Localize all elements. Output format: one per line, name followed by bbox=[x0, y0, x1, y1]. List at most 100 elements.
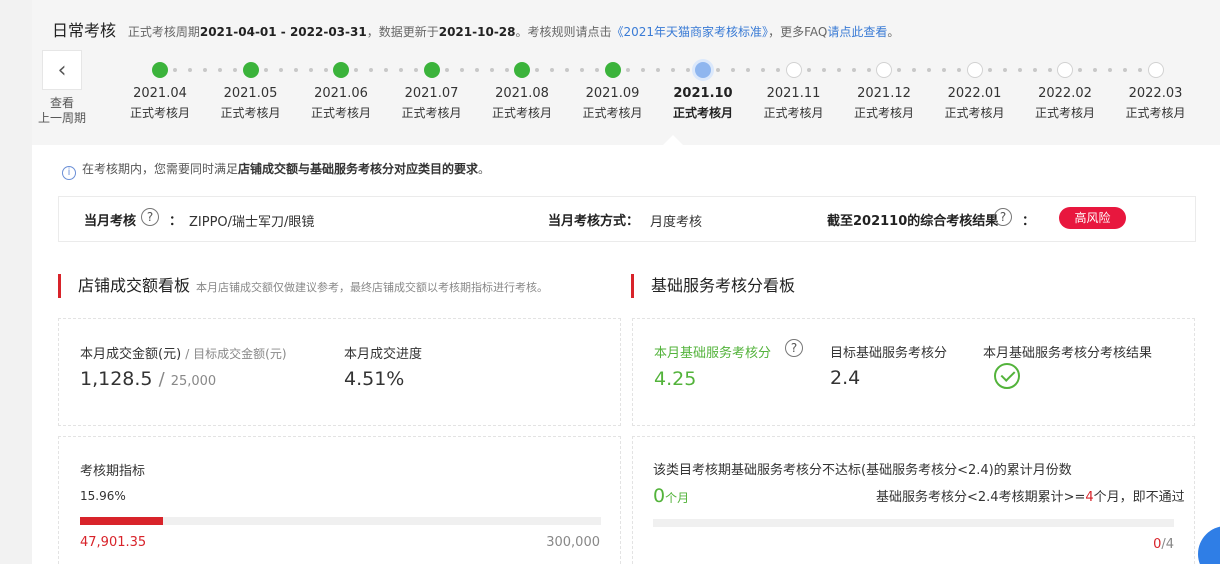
timeline-dot bbox=[233, 68, 238, 72]
timeline-dot bbox=[851, 68, 856, 72]
timeline-dot bbox=[550, 68, 555, 72]
result-colon: ： bbox=[1022, 214, 1036, 229]
timeline-dot bbox=[836, 68, 841, 72]
month-status-dot bbox=[242, 62, 259, 78]
service-score-value: 4.25 bbox=[654, 368, 697, 390]
timeline-dot bbox=[384, 68, 389, 72]
month-status-dot bbox=[514, 62, 530, 78]
service-title: 基础服务考核分看板 bbox=[651, 276, 796, 295]
rule-link[interactable]: 《2021年天猫商家考核标准》 bbox=[612, 25, 769, 39]
month-gmv-label: 本月成交金额(元) / 目标成交金额(元) bbox=[80, 343, 287, 362]
gmv-period-card: 考核期指标 15.96% 47,901.35 300,000 bbox=[58, 436, 621, 564]
service-score-card: 本月基础服务考核分 ? 4.25 目标基础服务考核分 2.4 本月基础服务考核分… bbox=[632, 318, 1195, 426]
timeline-dot bbox=[866, 68, 871, 72]
timeline-dot bbox=[1017, 68, 1022, 72]
timeline-dot bbox=[308, 68, 313, 72]
timeline-dot bbox=[942, 68, 947, 72]
month-status-dot bbox=[333, 62, 349, 78]
timeline-panel: 日常考核 正式考核周期2021-04-01 - 2022-03-31，数据更新于… bbox=[32, 0, 1220, 145]
timeline-dot bbox=[731, 68, 736, 72]
faq-link[interactable]: 请点此查看 bbox=[827, 25, 887, 39]
gmv-title: 店铺成交额看板 bbox=[78, 276, 191, 295]
month-gmv-amount: 1,128.5 bbox=[80, 368, 153, 390]
timeline-dot bbox=[369, 68, 374, 72]
month-status-dot bbox=[152, 62, 168, 78]
timeline-dot bbox=[278, 68, 283, 72]
period-range: 2021-04-01 - 2022-03-31 bbox=[199, 25, 367, 39]
month-timeline: 2021.04 正式考核月 2021.05 正式考核月 2021.06 正式考核月 2021… bbox=[92, 60, 1212, 120]
risk-badge: 高风险 bbox=[1059, 207, 1126, 229]
service-fail-card: 该类目考核期基础服务考核分不达标(基础服务考核分<2.4)的累计月份数 0个月 … bbox=[632, 436, 1195, 564]
faq-prefix: ，更多FAQ bbox=[768, 25, 828, 39]
header-line: 日常考核 正式考核周期2021-04-01 - 2022-03-31，数据更新于… bbox=[52, 17, 899, 41]
assess-colon: ： bbox=[169, 214, 183, 229]
help-icon[interactable]: ? bbox=[141, 208, 159, 226]
month-status-dot bbox=[785, 62, 802, 78]
month-gmv-value: 1,128.5 / 25,000 bbox=[80, 368, 216, 390]
timeline-dot bbox=[912, 68, 917, 72]
timeline-dot bbox=[625, 68, 630, 72]
month-sub-label: 正式考核月 bbox=[491, 106, 552, 120]
month-sub-label: 正式考核月 bbox=[401, 106, 462, 120]
help-icon[interactable]: ? bbox=[785, 339, 803, 357]
month-label: 2021.05 bbox=[223, 86, 278, 101]
timeline-dot bbox=[1093, 68, 1098, 72]
target-gmv-amount: 25,000 bbox=[170, 374, 217, 389]
assessment-page: 日常考核 正式考核周期2021-04-01 - 2022-03-31，数据更新于… bbox=[32, 0, 1220, 564]
timeline-dot bbox=[716, 68, 721, 72]
period-prefix: 正式考核周期 bbox=[127, 25, 200, 39]
month-status-dot bbox=[1147, 62, 1164, 78]
month-status-dot bbox=[876, 62, 892, 78]
fail-count-value: 0个月 bbox=[653, 485, 689, 507]
help-icon[interactable]: ? bbox=[994, 208, 1012, 226]
month-sub-label: 正式考核月 bbox=[310, 106, 371, 120]
progress-value: 4.51% bbox=[344, 368, 405, 390]
timeline-dot bbox=[685, 68, 690, 72]
month-sub-label: 正式考核月 bbox=[853, 106, 914, 120]
previous-period-label[interactable]: 查看 上一周期 bbox=[32, 96, 92, 126]
service-section-title: 基础服务考核分看板 bbox=[631, 274, 795, 298]
progress-label: 本月成交进度 bbox=[344, 347, 423, 362]
previous-period-button[interactable]: ‹ bbox=[42, 50, 82, 90]
month-sub-label: 正式考核月 bbox=[1034, 106, 1095, 120]
timeline-dot bbox=[354, 68, 359, 72]
timeline-dot bbox=[565, 68, 570, 72]
month-status-dot bbox=[966, 62, 983, 78]
month-sub-label: 正式考核月 bbox=[1125, 106, 1186, 120]
result-label: 截至202110的综合考核结果 bbox=[827, 214, 999, 229]
current-month-pointer bbox=[663, 135, 683, 145]
target-score-label: 目标基础服务考核分 bbox=[830, 346, 948, 361]
period-percent: 15.96% bbox=[80, 489, 126, 503]
requirement-notice: i 在考核期内，您需要同时满足店铺成交额与基础服务考核分对应类目的要求。 bbox=[62, 160, 490, 180]
fail-count: 0 bbox=[653, 485, 666, 507]
assessment-summary-bar: 当月考核 ? ： ZIPPO/瑞士军刀/眼镜 当月考核方式： 月度考核 截至20… bbox=[58, 196, 1196, 242]
period-indicator-label: 考核期指标 bbox=[80, 464, 146, 479]
timeline-dot bbox=[459, 68, 464, 72]
timeline-dot bbox=[897, 68, 902, 72]
target-score-value: 2.4 bbox=[830, 367, 861, 389]
month-label: 2021.04 bbox=[133, 86, 187, 101]
timeline-dot bbox=[1138, 68, 1143, 72]
service-score-label: 本月基础服务考核分 bbox=[654, 346, 772, 361]
month-status-dot bbox=[604, 62, 621, 78]
month-sub-label: 正式考核月 bbox=[763, 106, 824, 120]
timeline-dot bbox=[1108, 68, 1113, 72]
timeline-dot bbox=[987, 68, 992, 72]
gmv-month-card: 本月成交金额(元) / 目标成交金额(元) 1,128.5 / 25,000 本… bbox=[58, 318, 621, 426]
fail-rule-suffix: 个月，即不通过 bbox=[1093, 490, 1185, 505]
method-value: 月度考核 bbox=[650, 215, 703, 230]
timeline-dot bbox=[927, 68, 932, 72]
month-label: 2021.08 bbox=[495, 86, 549, 101]
gmv-note: 本月店铺成交额仅做建议参考，最终店铺成交额以考核期指标进行考核。 bbox=[196, 281, 549, 294]
month-status-dot bbox=[423, 62, 440, 78]
chevron-left-icon: ‹ bbox=[57, 57, 67, 83]
timeline-dot bbox=[474, 68, 479, 72]
month-label: 2021.12 bbox=[857, 86, 911, 101]
month-sub-label: 正式考核月 bbox=[129, 106, 190, 120]
timeline-dot bbox=[640, 68, 645, 72]
month-label: 2021.11 bbox=[766, 86, 821, 101]
timeline-dot bbox=[1002, 68, 1007, 72]
timeline-dot bbox=[806, 68, 811, 72]
timeline-dot bbox=[580, 68, 585, 72]
fail-unit: 个月 bbox=[665, 491, 690, 505]
